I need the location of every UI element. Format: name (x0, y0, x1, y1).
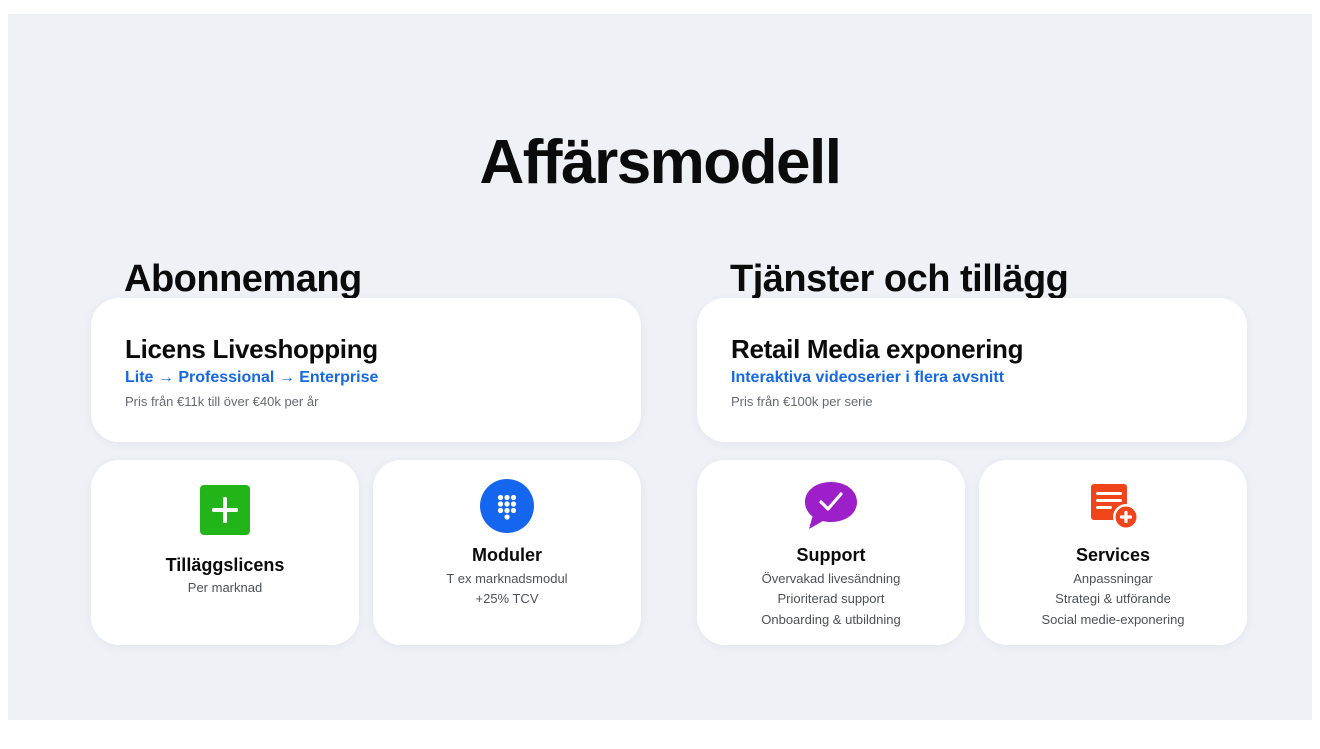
card-title: Licens Liveshopping (125, 334, 378, 364)
card-detail: Social medie-exponering (1041, 612, 1185, 627)
abonnemang-heading: Abonnemang (124, 258, 362, 300)
card-detail: Prioriterad support (777, 591, 885, 606)
card-title: Retail Media exponering (731, 334, 1024, 364)
tillaggslicens-card: Tilläggslicens Per marknad (91, 460, 359, 645)
card-detail: Strategi & utförande (1055, 591, 1171, 606)
moduler-card: Moduler T ex marknadsmodul +25% TCV (373, 460, 641, 645)
card-detail: T ex marknadsmodul (446, 571, 568, 586)
card-subtitle: Interaktiva videoserier i flera avsnitt (731, 369, 1005, 386)
card-name: Moduler (472, 545, 542, 565)
card-price: Pris från €100k per serie (731, 394, 873, 409)
document-plus-icon (1091, 484, 1139, 530)
card-detail: Övervakad livesändning (761, 571, 901, 586)
slide-title: Affärsmodell (479, 128, 842, 197)
card-price: Pris från €11k till över €40k per år (125, 394, 319, 409)
card-detail: Anpassningar (1073, 571, 1153, 586)
card-name: Tilläggslicens (165, 555, 285, 575)
card-name: Support (796, 545, 866, 565)
card-detail: Per marknad (187, 580, 263, 595)
services-card: Services Anpassningar Strategi & utföran… (979, 460, 1247, 645)
card-name: Services (1075, 545, 1151, 565)
slide: Affärsmodell Abonnemang Licens Liveshopp… (8, 14, 1312, 720)
card-detail: +25% TCV (475, 591, 539, 606)
plus-icon (200, 485, 250, 535)
card-detail: Onboarding & utbildning (761, 612, 901, 627)
card-subtitle: Lite → Professional → Enterprise (125, 369, 379, 386)
tjanster-heading: Tjänster och tillägg (730, 258, 1069, 300)
licens-liveshopping-card: Licens Liveshopping Lite → Professional … (91, 298, 641, 442)
grid-dots-icon (480, 479, 534, 533)
retail-media-card: Retail Media exponering Interaktiva vide… (697, 298, 1247, 442)
support-card: Support Övervakad livesändning Prioriter… (697, 460, 965, 645)
check-bubble-icon (805, 482, 857, 529)
